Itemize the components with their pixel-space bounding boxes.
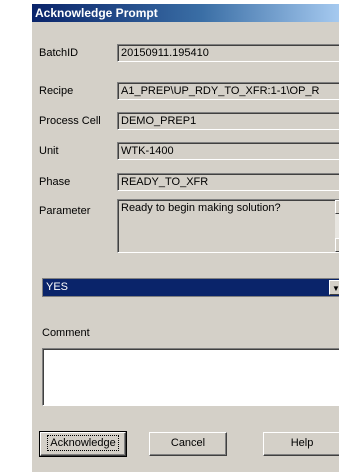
cancel-button-label: Cancel [170,437,206,449]
batch-id-value: 20150911.195410 [121,47,209,59]
parameter-scrollbar[interactable]: ▲ ▼ [335,200,339,252]
process-cell-value: DEMO_PREP1 [121,115,197,127]
dropdown-arrow-icon[interactable]: ▼ [329,280,339,295]
phase-label: Phase [39,176,71,188]
cancel-button[interactable]: Cancel [149,432,227,456]
scroll-up-icon[interactable]: ▲ [335,200,339,214]
help-button-label: Help [290,437,314,449]
response-selected-value: YES [46,281,69,293]
acknowledge-prompt-window: Acknowledge Prompt BatchID 20150911.1954… [31,3,339,472]
recipe-label: Recipe [39,85,74,97]
comment-label: Comment [42,327,90,339]
process-cell-field[interactable]: DEMO_PREP1 [117,112,339,130]
phase-value: READY_TO_XFR [121,176,209,188]
unit-value: WTK-1400 [121,145,174,157]
comment-textarea[interactable]: ▲ ▼ [42,348,339,406]
acknowledge-button[interactable]: Acknowledge [39,431,127,457]
help-button[interactable]: Help [263,432,339,456]
window-title: Acknowledge Prompt [32,4,339,22]
response-select[interactable]: YES ▼ [42,278,339,297]
parameter-label: Parameter [39,205,91,217]
acknowledge-button-label: Acknowledge [47,435,119,451]
scroll-down-icon[interactable]: ▼ [335,238,339,252]
unit-field[interactable]: WTK-1400 [117,142,339,160]
phase-field[interactable]: READY_TO_XFR [117,173,339,191]
recipe-field[interactable]: A1_PREP\UP_RDY_TO_XFR:1-1\OP_R [117,82,339,100]
recipe-value: A1_PREP\UP_RDY_TO_XFR:1-1\OP_R [121,85,320,97]
batch-id-label: BatchID [39,47,79,59]
parameter-value: Ready to begin making solution? [121,202,281,214]
batch-id-field[interactable]: 20150911.195410 [117,44,339,62]
unit-label: Unit [39,145,59,157]
process-cell-label: Process Cell [39,115,101,127]
parameter-textbox[interactable]: Ready to begin making solution? ▲ ▼ [117,199,339,253]
